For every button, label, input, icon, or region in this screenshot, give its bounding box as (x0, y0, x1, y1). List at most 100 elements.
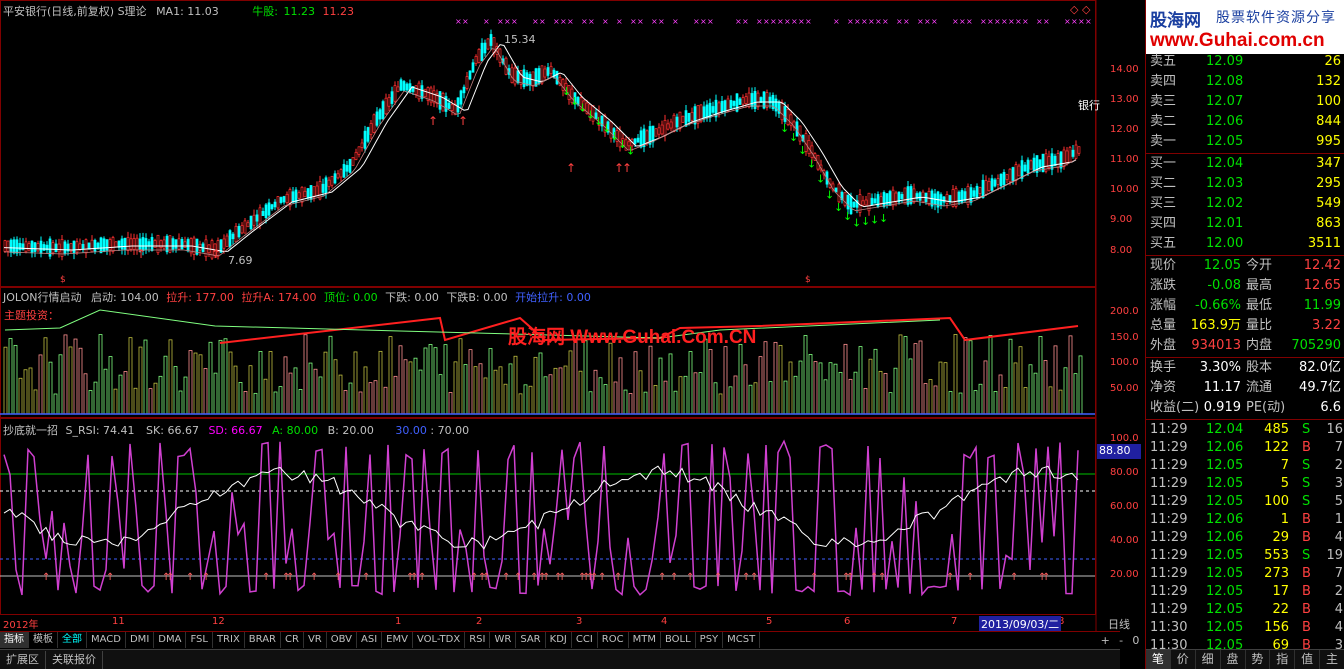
tick-side: B (1302, 566, 1311, 581)
bottom-bar: 扩展区 关联报价 (0, 649, 1120, 669)
svg-text:↑: ↑ (598, 572, 606, 583)
quote-tab[interactable]: 盘 (1221, 650, 1246, 669)
tab-obv[interactable]: OBV (327, 632, 357, 648)
tab-emv[interactable]: EMV (382, 632, 413, 648)
svg-text:×: × (700, 17, 707, 26)
tab-模板[interactable]: 模板 (29, 632, 58, 648)
tab-cr[interactable]: CR (281, 632, 304, 648)
svg-text:×: × (833, 17, 840, 26)
tab-add-button[interactable]: + (1101, 634, 1110, 647)
svg-text:×: × (511, 17, 518, 26)
svg-text:×: × (952, 17, 959, 26)
tab-psy[interactable]: PSY (696, 632, 724, 648)
svg-text:↑: ↑ (670, 572, 678, 583)
tick-side: B (1302, 512, 1311, 527)
svg-text:×: × (532, 17, 539, 26)
chart-svg[interactable]: × × × × × × × × × × × × × × × × × × × × × × × × × × × × × × × × × × × × × × × ×… (0, 0, 1120, 632)
svg-text:×: × (742, 17, 749, 26)
extend-area-button[interactable]: 扩展区 (0, 650, 46, 669)
ind2-tick: 40.00 (1110, 535, 1139, 546)
svg-text:×: × (735, 17, 742, 26)
stat-label: PE(动) (1246, 400, 1286, 415)
bid-label: 买五 (1150, 236, 1177, 251)
quote-tab[interactable]: 笔 (1146, 650, 1171, 669)
tab-remove-button[interactable]: - (1119, 634, 1123, 647)
tab-rsi[interactable]: RSI (465, 632, 491, 648)
bid-price: 12.02 (1206, 196, 1244, 211)
tick-count: 1 (1334, 512, 1343, 527)
date-tick: 1 (395, 616, 402, 627)
tab-dma[interactable]: DMA (154, 632, 187, 648)
chart-area[interactable]: × × × × × × × × × × × × × × × × × × × × × × × × × × × × × × × × × × × × × × × ×… (0, 0, 1141, 650)
tab-wr[interactable]: WR (490, 632, 517, 648)
svg-text:↓: ↓ (852, 217, 861, 230)
tab-trix[interactable]: TRIX (213, 632, 245, 648)
tab-macd[interactable]: MACD (87, 632, 126, 648)
svg-text:×: × (861, 17, 868, 26)
tab-fsl[interactable]: FSL (186, 632, 213, 648)
tick-row: 11:29 12.05 22 B 4 (1146, 601, 1344, 619)
tab-mcst[interactable]: MCST (723, 632, 761, 648)
stat-value: 11.99 (1303, 298, 1341, 313)
tab-全部[interactable]: 全部 (58, 632, 87, 648)
ask-label: 卖三 (1150, 94, 1177, 109)
quote-tab[interactable]: 指 (1270, 650, 1296, 669)
quote-tab[interactable]: 主 (1320, 650, 1344, 669)
quote-tab[interactable]: 值 (1295, 650, 1321, 669)
ind2-tick: 20.00 (1110, 569, 1139, 580)
tab-boll[interactable]: BOLL (661, 632, 696, 648)
tab-vol-tdx[interactable]: VOL-TDX (413, 632, 466, 648)
tab-sar[interactable]: SAR (516, 632, 546, 648)
tab-vr[interactable]: VR (304, 632, 327, 648)
related-quote-button[interactable]: 关联报价 (46, 650, 103, 669)
tick-side: S (1302, 548, 1311, 563)
period-label[interactable]: 日线 (1108, 616, 1130, 632)
svg-text:×: × (1022, 17, 1029, 26)
tab-asi[interactable]: ASI (357, 632, 383, 648)
tick-volume: 553 (1264, 548, 1289, 563)
stat-value: 49.7亿 (1299, 380, 1341, 395)
tick-count: 7 (1334, 440, 1343, 455)
tick-time: 11:29 (1150, 584, 1188, 599)
svg-text:↑: ↑ (714, 572, 722, 583)
tab-cci[interactable]: CCI (572, 632, 598, 648)
tick-volume: 273 (1264, 566, 1289, 581)
corner-diamond-icons[interactable]: ◇ ◇ (1070, 3, 1090, 16)
tab-kdj[interactable]: KDJ (546, 632, 572, 648)
stat-label: 涨幅 (1150, 298, 1177, 313)
svg-text:↑: ↑ (202, 572, 210, 583)
svg-text:×: × (1085, 17, 1092, 26)
tab-brar[interactable]: BRAR (245, 632, 281, 648)
ind2-30: 30.00 (395, 424, 427, 437)
stat-label: 净资 (1150, 380, 1177, 395)
svg-text:×: × (1071, 17, 1078, 26)
ind1-name: JOLON行情启动 (3, 291, 82, 304)
stat-value: 11.17 (1203, 380, 1241, 395)
tab-mtm[interactable]: MTM (629, 632, 661, 648)
tab-reset-button[interactable]: 0 (1132, 634, 1139, 647)
svg-text:×: × (798, 17, 805, 26)
ind1-header: JOLON行情启动 启动: 104.00 拉升: 177.00 拉升A: 174… (3, 289, 591, 305)
svg-text:×: × (791, 17, 798, 26)
svg-text:↓: ↓ (626, 145, 635, 158)
tick-side: B (1302, 602, 1311, 617)
tick-volume: 122 (1264, 440, 1289, 455)
tab-roc[interactable]: ROC (598, 632, 629, 648)
svg-text:×: × (630, 17, 637, 26)
tick-time: 11:29 (1150, 602, 1188, 617)
svg-text:↑: ↑ (211, 247, 221, 261)
tab-指标[interactable]: 指标 (0, 632, 29, 648)
tab-dmi[interactable]: DMI (126, 632, 155, 648)
logo-slogan: 股票软件资源分享 (1216, 10, 1336, 26)
tick-time: 11:29 (1150, 422, 1188, 437)
svg-text:×: × (966, 17, 973, 26)
quote-tab[interactable]: 细 (1196, 650, 1221, 669)
ask-row: 卖四 12.08 132 (1146, 72, 1344, 92)
tab-controls: + - 0 (1096, 632, 1144, 649)
tick-count: 4 (1334, 530, 1343, 545)
tick-side: B (1302, 620, 1311, 635)
ind1-dingwei: 顶位: 0.00 (323, 291, 378, 304)
date-tick: 11 (112, 616, 125, 627)
quote-tab[interactable]: 势 (1246, 650, 1271, 669)
quote-tab[interactable]: 价 (1171, 650, 1196, 669)
